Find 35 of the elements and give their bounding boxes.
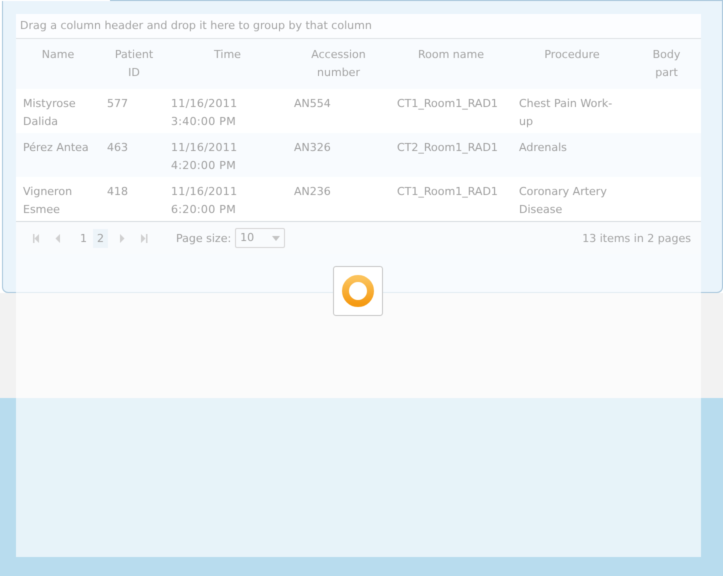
table-cell-text: 11/16/2011 6:20:00 PM — [170, 184, 238, 218]
column-header[interactable]: Body part — [632, 39, 701, 89]
page-size-dropdown[interactable]: 10 — [235, 228, 286, 248]
column-header[interactable]: Procedure — [512, 39, 632, 89]
column-header[interactable]: Accession number — [287, 39, 390, 89]
previous-page-icon[interactable] — [54, 234, 62, 242]
table-cell-text: 463 — [106, 140, 129, 156]
column-header[interactable]: Time — [168, 39, 287, 89]
table-cell-text: Vigneron Esmee — [22, 184, 74, 218]
table-cell-text: CT1_Room1_RAD1 — [396, 96, 499, 112]
page-number[interactable]: 2 — [93, 228, 108, 248]
table-cell-text: Chest Pain Work-up — [518, 96, 614, 130]
table-cell-text: 11/16/2011 3:40:00 PM — [170, 96, 238, 130]
page-size-label: Page size: — [176, 232, 232, 244]
column-header[interactable]: Patient ID — [100, 39, 168, 89]
column-header[interactable]: Name — [16, 39, 100, 89]
page-number[interactable]: 1 — [76, 228, 91, 248]
table-cell-text: Mistyrose Dalida — [22, 96, 77, 130]
table-cell-text: Pérez Antea — [22, 140, 90, 156]
table-cell-text: CT2_Room1_RAD1 — [396, 140, 499, 156]
next-page-icon[interactable] — [118, 234, 126, 242]
table-cell-text: Coronary Artery Disease — [518, 184, 608, 218]
table-cell-text: Adrenals — [518, 140, 568, 156]
last-page-icon[interactable] — [140, 234, 148, 242]
table-cell-text: CT1_Room1_RAD1 — [396, 184, 499, 200]
table-cell-text: 577 — [106, 96, 129, 112]
first-page-icon[interactable] — [32, 234, 40, 242]
table-cell-text: 418 — [106, 184, 129, 200]
table-cell-text: AN326 — [293, 140, 332, 156]
caret-icon — [272, 236, 280, 240]
table-cell-text: AN554 — [293, 96, 332, 112]
table-cell-text: 11/16/2011 4:20:00 PM — [170, 140, 238, 174]
table-cell-text: AN236 — [293, 184, 332, 200]
pager-summary: 13 items in 2 pages — [582, 232, 691, 244]
column-header[interactable]: Room name — [390, 39, 512, 89]
